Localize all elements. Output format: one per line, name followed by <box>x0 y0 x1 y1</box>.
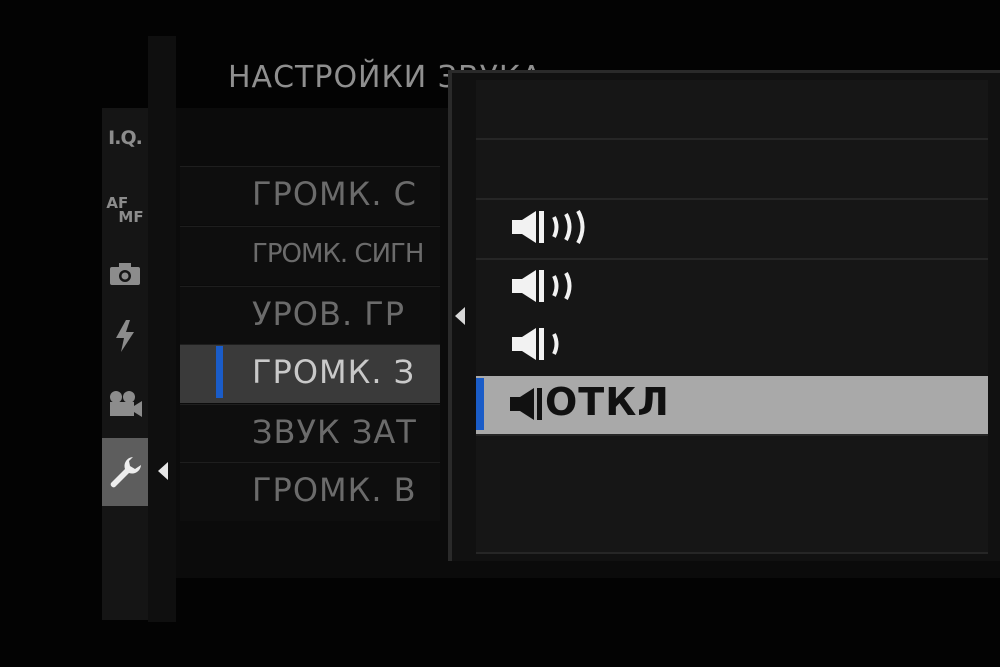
volume-high-icon <box>510 207 600 247</box>
popup-pointer-arrow <box>455 307 465 325</box>
category-tabs: I.Q. AF MF <box>102 108 148 620</box>
menu-item[interactable]: УРОВ. ГР <box>180 286 440 345</box>
tab-setup[interactable] <box>102 438 148 506</box>
volume-low-icon <box>510 324 600 364</box>
flash-icon <box>116 320 134 352</box>
popup-empty-row <box>476 436 988 496</box>
tab-shooting[interactable] <box>102 244 148 304</box>
popup-option-off-label: ОТКЛ <box>545 380 670 424</box>
movie-camera-icon <box>110 391 142 417</box>
tab-pointer-arrow <box>158 462 168 480</box>
tab-flash[interactable] <box>102 306 148 366</box>
menu-item-label: ГРОМК. СИГН <box>252 239 424 269</box>
menu-item-label: ГРОМК. З <box>252 353 416 391</box>
tab-iq-label: I.Q. <box>108 127 143 149</box>
menu-selection-indicator <box>216 346 223 398</box>
camera-icon <box>110 263 140 285</box>
popup-selection-indicator <box>476 378 484 430</box>
menu-item[interactable]: ГРОМК. В <box>180 462 440 521</box>
menu-item[interactable]: ЗВУК ЗАТ <box>180 404 440 463</box>
popup-empty-row <box>476 80 988 140</box>
volume-medium-icon <box>510 266 600 306</box>
wrench-icon <box>110 457 141 488</box>
menu-item[interactable]: ГРОМК. С <box>180 166 440 225</box>
tab-mf-label: MF <box>118 208 144 226</box>
volume-off-icon <box>508 384 546 424</box>
menu-item[interactable]: ГРОМК. СИГН <box>180 226 440 285</box>
popup-empty-row <box>476 140 988 200</box>
tab-af-mf[interactable]: AF MF <box>102 180 148 240</box>
camera-menu-screen: НАСТРОЙКИ ЗВУКА I.Q. AF MF ГРОМК. С ГРОМ… <box>0 0 1000 667</box>
tab-image-quality[interactable]: I.Q. <box>102 108 148 168</box>
tab-divider <box>148 36 176 622</box>
menu-item-label: ГРОМК. В <box>252 471 417 509</box>
menu-item-label: УРОВ. ГР <box>252 295 406 333</box>
tab-movie[interactable] <box>102 374 148 434</box>
menu-item-label: ЗВУК ЗАТ <box>252 413 417 451</box>
popup-empty-row <box>476 494 988 554</box>
menu-item-label: ГРОМК. С <box>252 175 418 213</box>
